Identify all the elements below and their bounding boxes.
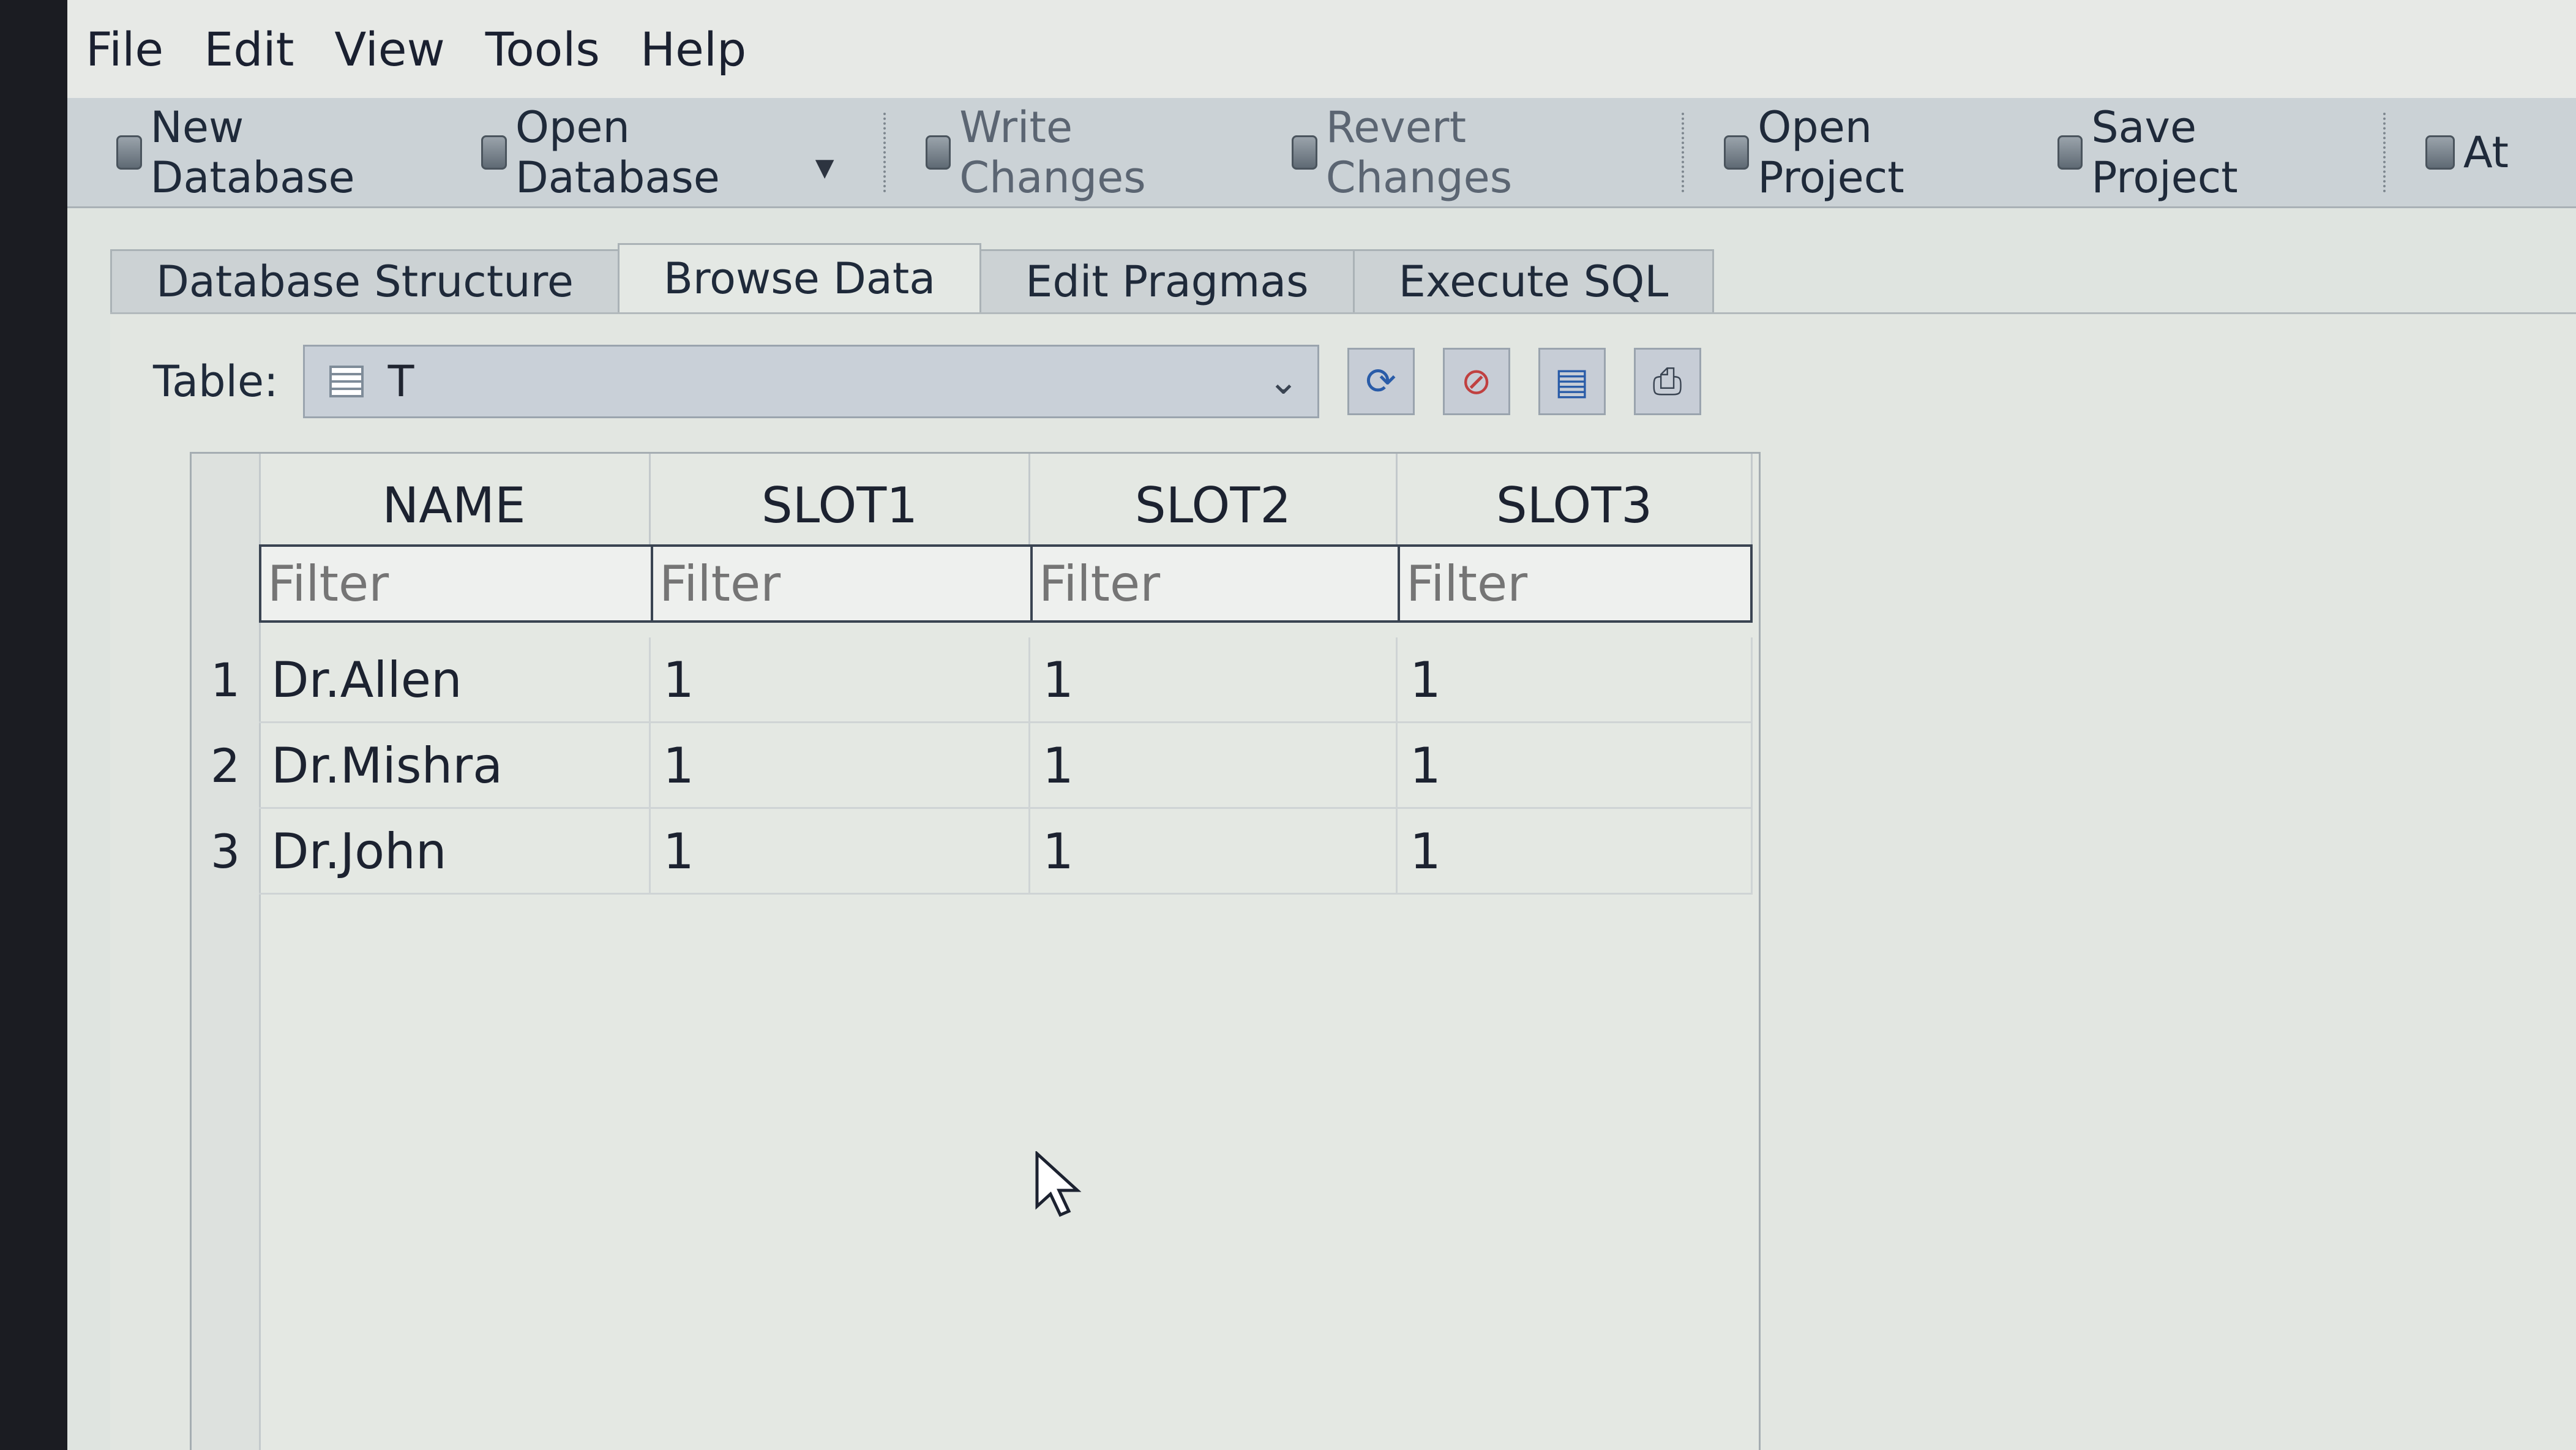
clear-filters-button[interactable]: ⊘ bbox=[1442, 348, 1510, 415]
menu-edit[interactable]: Edit bbox=[204, 22, 294, 77]
browse-data-panel: Table: T ⌄ ⟳ ⊘ ▤ ⎙ NAME SLOT1 SLOT2 SLOT… bbox=[110, 312, 2576, 1450]
table-cell[interactable]: 1 bbox=[651, 723, 1030, 809]
menu-bar: File Edit View Tools Help bbox=[67, 0, 2576, 98]
write-changes-button[interactable]: Write Changes bbox=[925, 102, 1225, 203]
chevron-down-icon: ⌄ bbox=[1268, 360, 1299, 403]
column-header-name[interactable]: NAME bbox=[259, 454, 651, 546]
revert-changes-label: Revert Changes bbox=[1325, 102, 1513, 203]
column-header-slot1[interactable]: SLOT1 bbox=[651, 454, 1030, 546]
open-project-button[interactable]: Open Project bbox=[1723, 102, 1990, 203]
column-header-row: NAME SLOT1 SLOT2 SLOT3 bbox=[259, 454, 1753, 546]
table-icon bbox=[329, 366, 364, 397]
refresh-button[interactable]: ⟳ bbox=[1347, 348, 1415, 415]
table-row[interactable]: 2 Dr.Mishra 1 1 1 bbox=[192, 723, 1753, 809]
column-header-slot2[interactable]: SLOT2 bbox=[1030, 454, 1398, 546]
open-database-dropdown-icon[interactable]: ▼ bbox=[815, 154, 834, 182]
filter-input-slot1[interactable] bbox=[651, 544, 1030, 623]
print-button[interactable]: ⎙ bbox=[1633, 348, 1701, 415]
data-grid: NAME SLOT1 SLOT2 SLOT3 1 Dr.Allen 1 1 1 … bbox=[190, 452, 1761, 1450]
revert-changes-button[interactable]: Revert Changes bbox=[1292, 102, 1614, 203]
tab-database-structure[interactable]: Database Structure bbox=[110, 249, 620, 312]
attach-database-icon bbox=[2425, 135, 2455, 170]
new-database-icon bbox=[116, 135, 142, 170]
new-database-button[interactable]: New Database bbox=[116, 102, 414, 203]
row-header-column bbox=[192, 454, 261, 1450]
table-cell[interactable]: 1 bbox=[1398, 723, 1753, 809]
row-number: 1 bbox=[210, 653, 241, 707]
column-header-slot3[interactable]: SLOT3 bbox=[1398, 454, 1753, 546]
save-project-icon bbox=[2057, 135, 2083, 170]
print-icon: ⎙ bbox=[1652, 360, 1682, 403]
save-table-icon: ▤ bbox=[1554, 360, 1589, 403]
table-row[interactable]: 1 Dr.Allen 1 1 1 bbox=[192, 637, 1753, 723]
menu-file[interactable]: File bbox=[86, 22, 163, 77]
toolbar-separator bbox=[883, 112, 889, 192]
table-cell[interactable]: 1 bbox=[1398, 637, 1753, 723]
table-cell[interactable]: 1 bbox=[1030, 637, 1398, 723]
open-project-label: Open Project bbox=[1758, 102, 1904, 203]
filter-input-name[interactable] bbox=[259, 544, 651, 623]
table-cell[interactable]: 1 bbox=[1398, 809, 1753, 895]
write-changes-label: Write Changes bbox=[959, 102, 1146, 203]
open-database-label: Open Database bbox=[515, 102, 720, 203]
revert-changes-icon bbox=[1292, 135, 1317, 170]
table-select[interactable]: T ⌄ bbox=[302, 345, 1319, 418]
tab-bar: Database Structure Browse Data Edit Prag… bbox=[110, 243, 1715, 312]
attach-database-label: At bbox=[2463, 127, 2509, 178]
open-project-icon bbox=[1723, 135, 1750, 170]
attach-database-button[interactable]: At bbox=[2425, 127, 2509, 178]
table-cell[interactable]: 1 bbox=[1030, 723, 1398, 809]
save-project-button[interactable]: Save Project bbox=[2057, 102, 2316, 203]
open-database-button[interactable]: Open Database bbox=[481, 102, 796, 203]
filter-row bbox=[259, 544, 1753, 623]
main-toolbar: New Database Open Database ▼ Write Chang… bbox=[67, 98, 2576, 208]
menu-view[interactable]: View bbox=[334, 22, 444, 77]
table-cell[interactable]: 1 bbox=[651, 637, 1030, 723]
new-database-label: New Database bbox=[150, 102, 355, 203]
table-label: Table: bbox=[153, 356, 279, 407]
filter-input-slot2[interactable] bbox=[1030, 544, 1398, 623]
save-table-button[interactable]: ▤ bbox=[1538, 348, 1606, 415]
tab-browse-data[interactable]: Browse Data bbox=[617, 243, 982, 312]
save-project-label: Save Project bbox=[2091, 102, 2238, 203]
table-row[interactable]: 3 Dr.John 1 1 1 bbox=[192, 809, 1753, 895]
table-cell[interactable]: Dr.Allen bbox=[259, 637, 651, 723]
write-changes-icon bbox=[925, 135, 951, 170]
table-cell[interactable]: Dr.Mishra bbox=[259, 723, 651, 809]
table-selector-row: Table: T ⌄ ⟳ ⊘ ▤ ⎙ bbox=[153, 345, 1701, 418]
row-number: 3 bbox=[210, 824, 241, 879]
tab-edit-pragmas[interactable]: Edit Pragmas bbox=[979, 249, 1355, 312]
table-cell[interactable]: 1 bbox=[1030, 809, 1398, 895]
app-window: File Edit View Tools Help New Database O… bbox=[67, 0, 2576, 1450]
toolbar-separator bbox=[1681, 112, 1687, 192]
open-database-icon bbox=[481, 135, 507, 170]
menu-help[interactable]: Help bbox=[640, 22, 746, 77]
menu-tools[interactable]: Tools bbox=[485, 22, 600, 77]
tab-execute-sql[interactable]: Execute SQL bbox=[1352, 249, 1715, 312]
clear-filter-icon: ⊘ bbox=[1461, 360, 1492, 403]
table-select-value: T bbox=[388, 356, 414, 407]
table-cell[interactable]: 1 bbox=[651, 809, 1030, 895]
table-cell[interactable]: Dr.John bbox=[259, 809, 651, 895]
toolbar-separator bbox=[2383, 112, 2389, 192]
refresh-icon: ⟳ bbox=[1365, 360, 1396, 403]
row-number: 2 bbox=[210, 738, 241, 793]
filter-input-slot3[interactable] bbox=[1398, 544, 1753, 623]
